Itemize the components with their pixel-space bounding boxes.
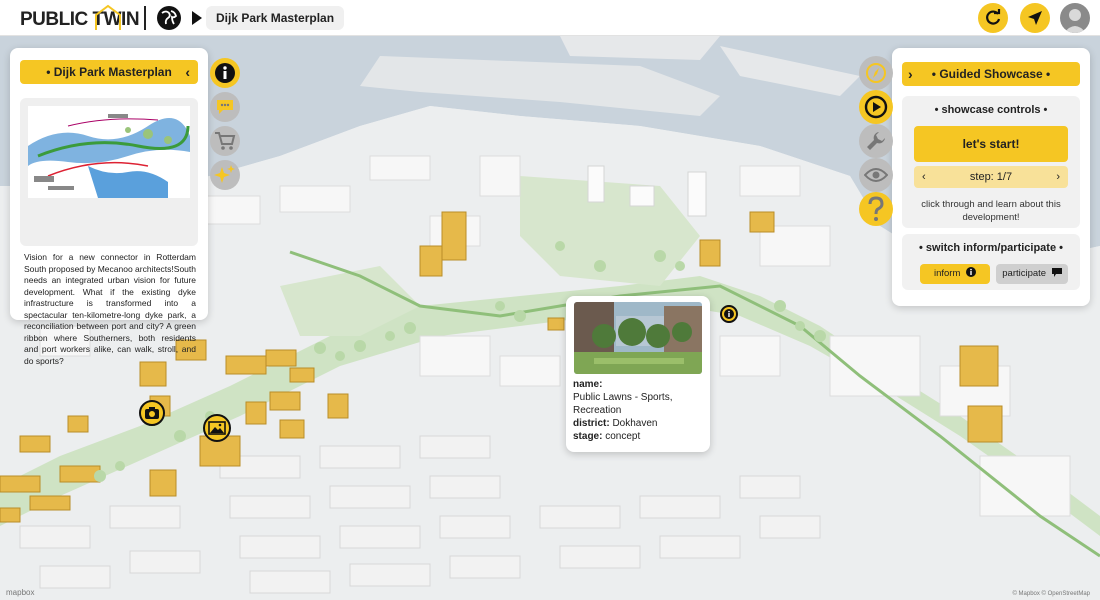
step-navigator: ‹ step: 1/7 › [914, 166, 1068, 188]
locate-button[interactable] [1020, 3, 1050, 33]
name-value: Public Lawns - Sports, Recreation [573, 392, 673, 416]
user-avatar[interactable] [1060, 3, 1090, 33]
prev-step-button[interactable]: ‹ [922, 166, 926, 188]
participate-label: participate [1002, 268, 1047, 279]
navigation-arrow-icon [1028, 11, 1042, 25]
showcase-controls-title: • showcase controls • [934, 104, 1048, 116]
next-step-button[interactable]: › [1056, 166, 1060, 188]
breadcrumb[interactable]: Dijk Park Masterplan [206, 6, 345, 30]
refresh-button[interactable] [978, 3, 1008, 33]
switch-title: • switch inform/participate • [918, 242, 1063, 254]
district-key: district: [573, 418, 610, 429]
project-description: Vision for a new connector in Rotterdam … [24, 252, 196, 366]
guided-showcase-panel: › • Guided Showcase • • showcase control… [892, 48, 1090, 306]
globe-icon[interactable] [156, 5, 182, 36]
stage-value: concept [605, 431, 641, 442]
camera-icon [145, 407, 159, 419]
visibility-button[interactable] [859, 158, 893, 192]
tools-button[interactable] [859, 124, 893, 158]
sparkles-button[interactable] [210, 160, 240, 190]
top-bar: PUBLIC TWIN Dijk Park Masterplan [0, 0, 1100, 36]
cart-button[interactable] [210, 126, 240, 156]
masterplan-image-frame [20, 98, 198, 246]
comment-icon [217, 100, 233, 114]
landscape-image-icon [208, 421, 226, 435]
cart-icon [215, 132, 236, 150]
info-marker[interactable] [720, 305, 738, 323]
location-popup: name: Public Lawns - Sports, Recreation … [566, 296, 710, 452]
compass-icon [866, 63, 886, 83]
comments-button[interactable] [210, 92, 240, 122]
masterplan-map-image[interactable] [28, 106, 190, 198]
sparkles-icon [214, 165, 235, 183]
showcase-title: • Guided Showcase • [931, 67, 1051, 81]
wrench-icon [867, 132, 885, 150]
stage-key: stage: [573, 431, 603, 442]
logo-house-icon [94, 3, 124, 36]
info-icon [966, 267, 977, 277]
compass-button[interactable] [859, 56, 893, 90]
map-attribution[interactable]: © Mapbox © OpenStreetMap [1012, 591, 1090, 597]
landscape-marker[interactable] [203, 414, 231, 442]
play-icon [864, 95, 888, 119]
refresh-icon [986, 9, 1001, 25]
location-photo[interactable] [574, 302, 702, 374]
comment-icon [1051, 268, 1062, 277]
inform-participate-card: • switch inform/participate • inform par… [902, 234, 1080, 290]
info-icon [215, 63, 235, 83]
project-info-panel: • Dijk Park Masterplan ‹ Vision for a ne… [10, 48, 208, 366]
step-counter: step: 1/7 [969, 171, 1013, 183]
participate-toggle[interactable]: participate [996, 264, 1068, 284]
mapbox-logo[interactable]: mapbox [6, 588, 34, 597]
breadcrumb-arrow-icon [192, 11, 202, 25]
expand-chevron-icon[interactable]: › [908, 62, 913, 86]
inform-toggle[interactable]: inform [920, 264, 990, 284]
showcase-controls-card: • showcase controls • let's start! ‹ ste… [902, 96, 1080, 228]
showcase-hint: click through and learn about this devel… [921, 199, 1061, 223]
inform-label: inform [933, 268, 961, 279]
help-button[interactable] [859, 192, 893, 226]
district-value: Dokhaven [612, 418, 658, 429]
start-button[interactable]: let's start! [914, 126, 1068, 162]
play-showcase-button[interactable] [859, 90, 893, 124]
showcase-title-bar[interactable]: › • Guided Showcase • [902, 62, 1080, 86]
photo-marker[interactable] [139, 400, 165, 426]
location-details: name: Public Lawns - Sports, Recreation … [573, 378, 705, 443]
divider [144, 6, 146, 30]
info-icon [724, 309, 734, 319]
info-button[interactable] [210, 58, 240, 88]
question-icon [868, 196, 884, 221]
eye-icon [864, 168, 888, 182]
collapse-chevron-icon[interactable]: ‹ [185, 60, 190, 84]
project-title-bar[interactable]: • Dijk Park Masterplan ‹ [20, 60, 198, 84]
name-key: name: [573, 379, 603, 390]
user-icon [1064, 9, 1086, 33]
project-title: • Dijk Park Masterplan [46, 65, 172, 79]
